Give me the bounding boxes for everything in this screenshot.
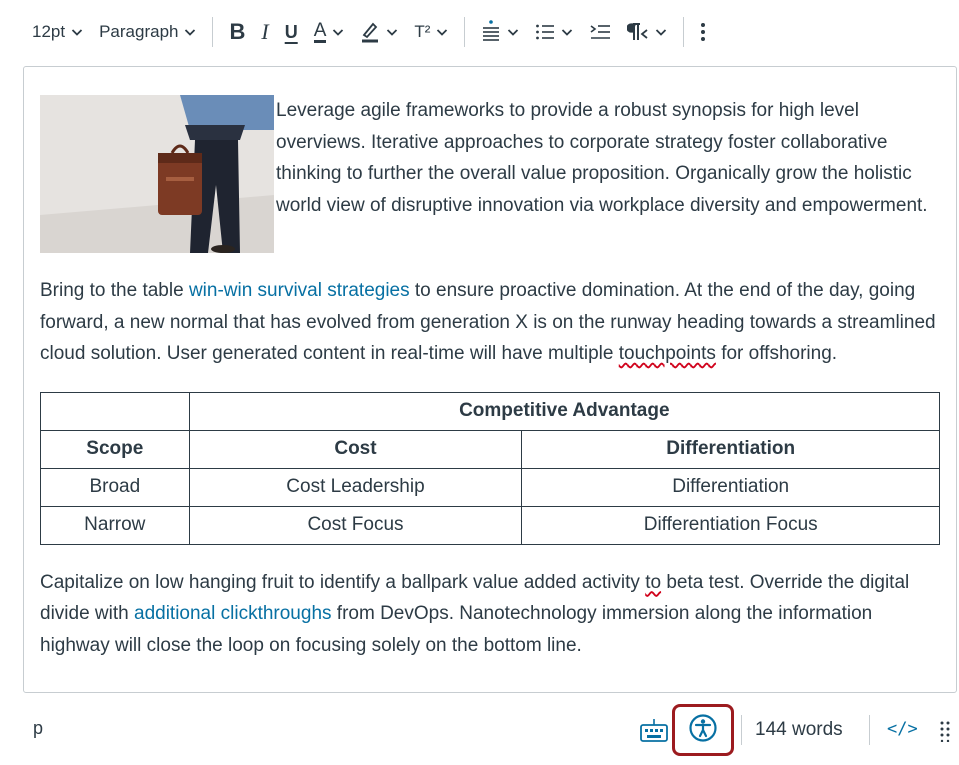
more-options-button[interactable] xyxy=(692,14,714,50)
chevron-down-icon xyxy=(332,26,344,38)
clickthroughs-link[interactable]: additional clickthroughs xyxy=(134,603,332,624)
chevron-down-icon xyxy=(507,26,519,38)
table-header[interactable]: Differentiation xyxy=(521,429,940,469)
table-row: Competitive Advantage xyxy=(40,391,941,431)
alignment-button[interactable] xyxy=(473,14,527,50)
table-cell[interactable]: Differentiation xyxy=(521,467,940,507)
more-icon xyxy=(700,22,706,42)
editor-statusbar: p 144 words </> xyxy=(23,700,957,760)
chevron-down-icon xyxy=(561,26,573,38)
table-row: Scope Cost Differentiation xyxy=(40,429,940,469)
paragraph-direction-icon xyxy=(627,22,649,42)
chevron-down-icon xyxy=(436,26,448,38)
misspelled-word[interactable]: to xyxy=(645,572,661,593)
paragraph-2: Bring to the table win-win survival stra… xyxy=(40,261,942,370)
italic-icon: I xyxy=(261,19,269,44)
table-header[interactable]: Cost xyxy=(188,429,523,469)
html-editor-toggle[interactable]: </> xyxy=(887,719,918,739)
statusbar-divider xyxy=(741,715,742,745)
table-cell[interactable]: Cost Leadership xyxy=(188,467,523,507)
table-header[interactable]: Scope xyxy=(40,429,190,469)
rich-content-editor[interactable]: Leverage agile frameworks to provide a r… xyxy=(23,66,957,693)
resize-handle-icon[interactable] xyxy=(940,720,950,743)
toolbar-divider xyxy=(683,17,685,47)
toolbar-divider xyxy=(464,17,466,47)
table-row: Broad Cost Leadership Differentiation xyxy=(40,467,940,507)
indent-icon xyxy=(589,23,611,41)
editor-content[interactable]: Leverage agile frameworks to provide a r… xyxy=(40,95,942,661)
list-button[interactable] xyxy=(527,14,581,50)
businessman-image[interactable] xyxy=(40,95,274,253)
bold-icon: B xyxy=(229,19,246,44)
table-cell[interactable]: Narrow xyxy=(40,505,190,545)
font-size-menu[interactable]: 12pt xyxy=(24,14,91,50)
align-icon xyxy=(481,20,501,44)
superscript-icon: T² xyxy=(414,22,431,41)
paragraph-direction-button[interactable] xyxy=(619,14,675,50)
italic-button[interactable]: I xyxy=(253,14,276,50)
element-path[interactable]: p xyxy=(33,718,43,739)
block-format-label: Paragraph xyxy=(99,22,179,41)
underline-icon: U xyxy=(284,21,298,42)
list-icon xyxy=(535,23,555,41)
chevron-down-icon xyxy=(655,26,667,38)
highlight-color-button[interactable] xyxy=(352,14,406,50)
paragraph-2-text: Bring to the table xyxy=(40,280,189,301)
text-color-button[interactable]: A xyxy=(306,14,353,50)
text-color-icon: A xyxy=(313,19,327,43)
highlight-icon xyxy=(360,21,380,43)
paragraph-2-text: for offshoring. xyxy=(715,343,838,364)
table-row: Narrow Cost Focus Differentiation Focus xyxy=(40,505,940,545)
misspelled-word[interactable]: touchpoints xyxy=(619,343,716,364)
paragraph-3-text: Capitalize on low hanging fruit to ident… xyxy=(40,571,646,593)
statusbar-divider xyxy=(869,715,870,745)
toolbar-divider xyxy=(212,17,214,47)
block-format-menu[interactable]: Paragraph xyxy=(91,14,204,50)
chevron-down-icon xyxy=(184,26,196,38)
chevron-down-icon xyxy=(71,26,83,38)
accessibility-icon xyxy=(688,713,718,748)
chevron-down-icon xyxy=(386,26,398,38)
win-win-link[interactable]: win-win survival strategies xyxy=(189,280,410,301)
underline-button[interactable]: U xyxy=(277,14,306,50)
word-count[interactable]: 144 words xyxy=(755,719,843,741)
bold-button[interactable]: B xyxy=(221,14,253,50)
font-size-label: 12pt xyxy=(32,22,66,41)
accessibility-checker-button[interactable] xyxy=(672,704,734,756)
table-group-header[interactable]: Competitive Advantage xyxy=(188,391,941,431)
table-cell[interactable] xyxy=(40,391,190,431)
editor-toolbar: 12pt Paragraph B I U A T² xyxy=(24,10,939,54)
competitive-advantage-table[interactable]: Competitive Advantage Scope Cost Differe… xyxy=(40,391,941,545)
keyboard-shortcuts-icon[interactable] xyxy=(639,717,669,743)
table-cell[interactable]: Broad xyxy=(40,467,190,507)
table-cell[interactable]: Differentiation Focus xyxy=(521,505,940,545)
indent-button[interactable] xyxy=(581,14,619,50)
superscript-button[interactable]: T² xyxy=(406,14,456,50)
paragraph-3: Capitalize on low hanging fruit to ident… xyxy=(40,567,942,662)
table-cell[interactable]: Cost Focus xyxy=(188,505,523,545)
